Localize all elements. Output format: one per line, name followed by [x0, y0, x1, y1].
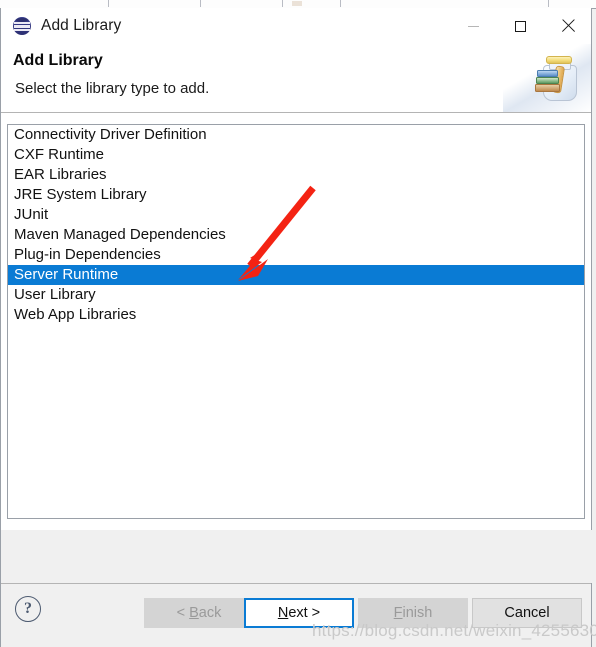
window-title: Add Library [41, 17, 122, 34]
back-button[interactable]: < Back [144, 598, 254, 628]
list-item[interactable]: CXF Runtime [8, 145, 584, 165]
screenshot-root: Add Library Add Library Select the libra… [0, 0, 596, 647]
cancel-button-label: Cancel [504, 605, 550, 621]
list-bottom-spacer [1, 530, 593, 583]
minimize-icon [468, 25, 479, 27]
help-icon[interactable]: ? [15, 596, 41, 622]
list-item[interactable]: Plug-in Dependencies [8, 245, 584, 265]
page-title: Add Library [13, 52, 103, 69]
list-item[interactable]: Connectivity Driver Definition [8, 125, 584, 145]
title-bar: Add Library [1, 8, 591, 44]
list-item[interactable]: JRE System Library [8, 185, 584, 205]
wizard-header: Add Library Select the library type to a… [1, 44, 591, 113]
add-library-dialog: Add Library Add Library Select the libra… [0, 8, 593, 647]
list-item[interactable]: Web App Libraries [8, 305, 584, 325]
window-controls [450, 8, 591, 44]
close-button[interactable] [544, 8, 591, 44]
maximize-button[interactable] [497, 8, 544, 44]
list-item[interactable]: Maven Managed Dependencies [8, 225, 584, 245]
list-item[interactable]: JUnit [8, 205, 584, 225]
list-item[interactable]: User Library [8, 285, 584, 305]
back-button-label: < Back [176, 605, 222, 621]
maximize-icon [515, 20, 526, 32]
page-subtitle: Select the library type to add. [15, 80, 210, 97]
header-illustration [503, 44, 591, 112]
watermark: https://blog.csdn.net/weixin_42556307 [312, 621, 596, 640]
finish-button-label: Finish [393, 605, 433, 621]
next-button-label: Next > [277, 605, 321, 621]
books-icon [535, 65, 566, 98]
library-type-list[interactable]: Connectivity Driver Definition CXF Runtim… [7, 124, 585, 519]
eclipse-globe-icon [13, 17, 31, 35]
close-icon [561, 19, 575, 33]
minimize-button[interactable] [450, 8, 497, 44]
dialog-body: Connectivity Driver Definition CXF Runtim… [1, 113, 593, 583]
list-item[interactable]: Server Runtime [8, 265, 584, 285]
list-item[interactable]: EAR Libraries [8, 165, 584, 185]
